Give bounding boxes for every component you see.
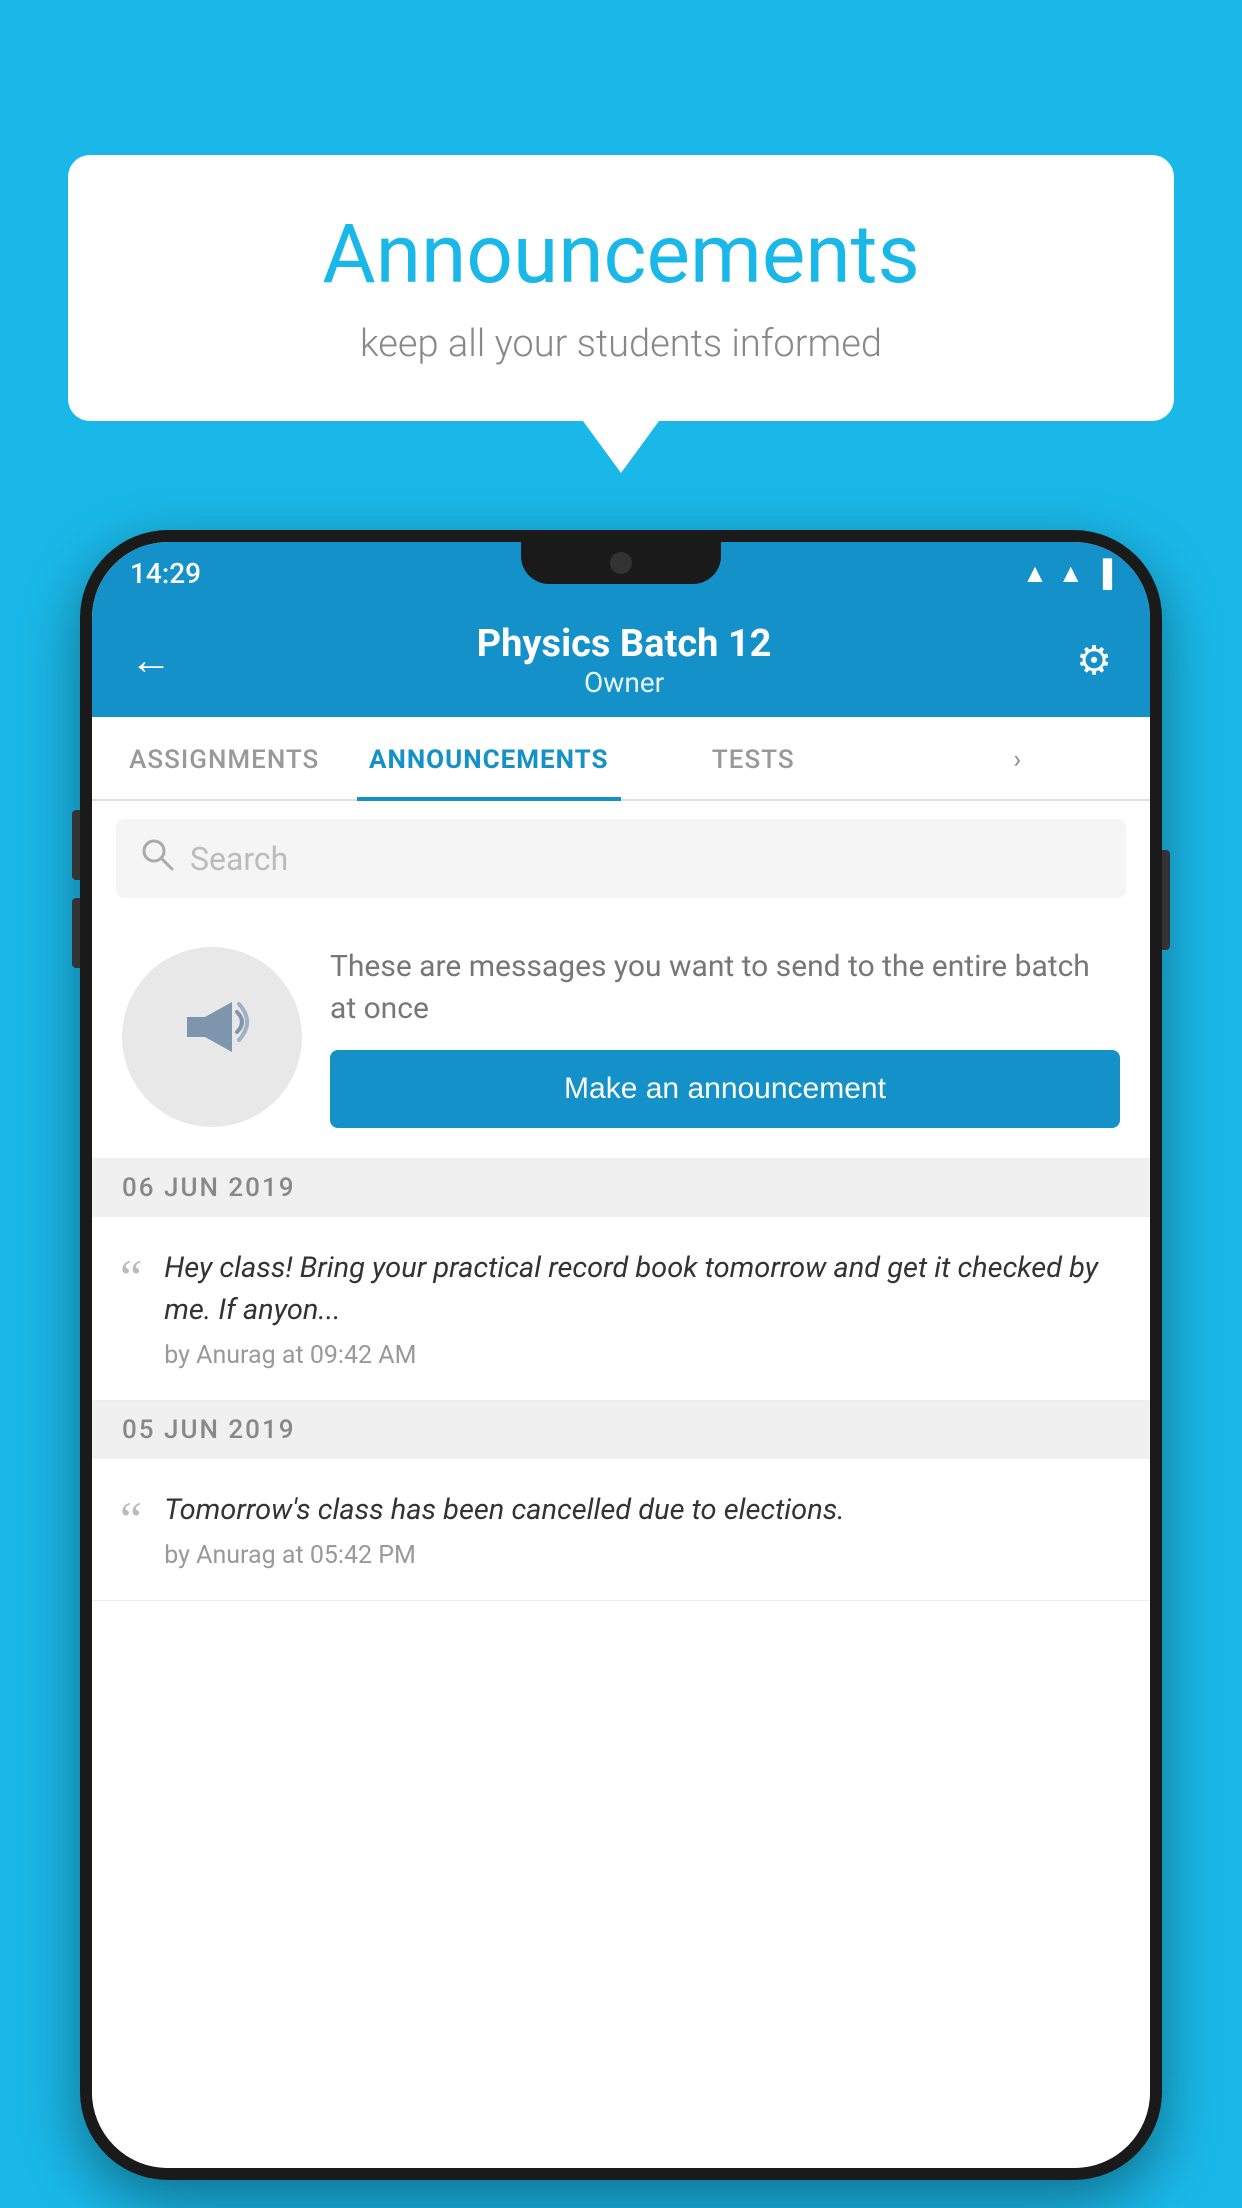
phone-frame: 14:29 ▲ ▲ ▐ ← Physics Batch 12 Owner ⚙ A…	[80, 530, 1162, 2180]
tab-more[interactable]: ›	[886, 717, 1151, 799]
search-icon	[140, 837, 174, 880]
date-divider-1: 06 JUN 2019	[92, 1159, 1150, 1217]
prompt-description: These are messages you want to send to t…	[330, 946, 1120, 1030]
announcement-prompt: These are messages you want to send to t…	[92, 916, 1150, 1159]
speech-bubble-subtitle: keep all your students informed	[128, 322, 1114, 366]
search-container: Search	[92, 801, 1150, 916]
speech-bubble-arrow	[583, 421, 659, 473]
date-divider-2: 05 JUN 2019	[92, 1401, 1150, 1459]
back-button[interactable]: ←	[130, 636, 172, 685]
search-bar[interactable]: Search	[116, 819, 1126, 898]
announcement-content-1: Hey class! Bring your practical record b…	[164, 1247, 1122, 1370]
phone-container: 14:29 ▲ ▲ ▐ ← Physics Batch 12 Owner ⚙ A…	[80, 530, 1162, 2208]
announcement-text-2: Tomorrow's class has been cancelled due …	[164, 1489, 1122, 1531]
megaphone-circle	[122, 947, 302, 1127]
tab-assignments[interactable]: ASSIGNMENTS	[92, 717, 357, 799]
tab-announcements[interactable]: ANNOUNCEMENTS	[357, 717, 622, 799]
megaphone-icon	[167, 982, 257, 1092]
speech-bubble-title: Announcements	[128, 210, 1114, 300]
volume-up-btn	[72, 810, 80, 880]
announcement-item-1: “ Hey class! Bring your practical record…	[92, 1217, 1150, 1401]
header-title: Physics Batch 12	[172, 622, 1076, 666]
power-btn	[1162, 850, 1170, 950]
phone-screen: 14:29 ▲ ▲ ▐ ← Physics Batch 12 Owner ⚙ A…	[92, 542, 1150, 2168]
tabs-bar: ASSIGNMENTS ANNOUNCEMENTS TESTS ›	[92, 717, 1150, 801]
volume-buttons	[72, 810, 80, 968]
announcement-text-1: Hey class! Bring your practical record b…	[164, 1247, 1122, 1331]
make-announcement-button[interactable]: Make an announcement	[330, 1050, 1120, 1128]
speech-bubble-container: Announcements keep all your students inf…	[68, 155, 1174, 473]
quote-icon-2: “	[120, 1494, 142, 1544]
volume-down-btn	[72, 898, 80, 968]
status-icons: ▲ ▲ ▐	[1022, 558, 1112, 589]
status-time: 14:29	[130, 557, 201, 590]
settings-icon[interactable]: ⚙	[1076, 637, 1112, 684]
tab-tests[interactable]: TESTS	[621, 717, 886, 799]
prompt-right: These are messages you want to send to t…	[330, 946, 1120, 1128]
app-header: ← Physics Batch 12 Owner ⚙	[92, 604, 1150, 717]
wifi-icon: ▲	[1022, 558, 1048, 589]
signal-icon: ▲	[1058, 558, 1084, 589]
header-subtitle: Owner	[172, 666, 1076, 699]
battery-icon: ▐	[1094, 558, 1112, 589]
announcement-content-2: Tomorrow's class has been cancelled due …	[164, 1489, 1122, 1570]
search-placeholder: Search	[190, 840, 288, 878]
announcement-meta-1: by Anurag at 09:42 AM	[164, 1341, 1122, 1370]
phone-camera	[610, 552, 632, 574]
announcement-item-2: “ Tomorrow's class has been cancelled du…	[92, 1459, 1150, 1601]
content-area: Search	[92, 801, 1150, 2168]
quote-icon-1: “	[120, 1252, 142, 1302]
announcement-meta-2: by Anurag at 05:42 PM	[164, 1541, 1122, 1570]
header-title-block: Physics Batch 12 Owner	[172, 622, 1076, 699]
speech-bubble: Announcements keep all your students inf…	[68, 155, 1174, 421]
